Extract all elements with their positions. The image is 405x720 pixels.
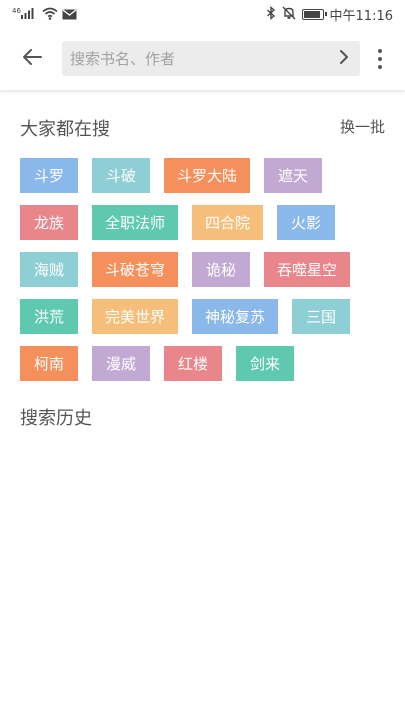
hot-tag[interactable]: 遮天 [264,158,323,193]
hot-tag[interactable]: 斗破苍穹 [92,252,179,287]
more-vertical-icon-dot [378,49,382,53]
hot-tag[interactable]: 斗破 [92,158,150,193]
search-submit-button[interactable] [334,49,354,69]
chevron-right-icon [339,49,349,69]
refresh-button[interactable]: 换一批 [340,116,385,137]
more-vertical-icon-dot [378,57,382,61]
search-history-title: 搜索历史 [20,408,92,429]
hot-search-title: 大家都在搜 [20,119,110,140]
arrow-left-icon [22,48,42,70]
hot-tag[interactable]: 洪荒 [20,299,78,334]
hot-tag[interactable]: 漫威 [92,346,150,381]
svg-text:46: 46 [12,7,21,15]
battery-icon [301,8,327,20]
hot-tag[interactable]: 斗罗大陆 [164,158,251,193]
search-toolbar [0,28,405,90]
search-input[interactable] [70,41,320,76]
hot-tag[interactable]: 斗罗 [20,158,78,193]
hot-tag[interactable]: 龙族 [20,205,78,240]
wifi-icon [42,5,58,24]
hot-tag[interactable]: 火影 [277,205,336,240]
hot-tag-list: 斗罗 斗破 斗罗大陆 遮天龙族 全职法师 四合院 火影海贼 斗破苍穹 诡秘 吞噬星空洪荒 完美世界神… [20,158,390,381]
hot-tag[interactable]: 吞噬星空 [264,252,351,287]
status-time: 中午11:16 [329,8,393,24]
hot-tag[interactable]: 柯南 [20,346,78,381]
search-box [62,41,360,76]
hot-tag[interactable]: 剑来 [236,346,294,381]
bluetooth-icon [266,5,276,24]
hot-tag[interactable]: 海贼 [20,252,78,287]
mail-icon [62,5,77,24]
status-bar: 46 中午11:16 [0,0,405,28]
signal-icon: 46 [12,5,38,24]
more-options-button[interactable] [370,46,390,72]
hot-tag[interactable]: 红楼 [164,346,222,381]
more-vertical-icon-dot [378,65,382,69]
hot-tag[interactable]: 全职法师 [92,205,179,240]
hot-tag[interactable]: 三国 [292,299,351,334]
hot-tag[interactable]: 诡秘 [192,252,251,287]
back-button[interactable] [16,44,48,74]
status-bar-right: 中午11:16 [266,5,393,24]
hot-tag[interactable]: 四合院 [192,205,264,240]
status-bar-left: 46 [12,6,77,22]
hot-tag[interactable]: 完美世界 [92,299,179,334]
hot-tag[interactable]: 神秘复苏 [192,299,279,334]
mute-icon [282,5,296,24]
